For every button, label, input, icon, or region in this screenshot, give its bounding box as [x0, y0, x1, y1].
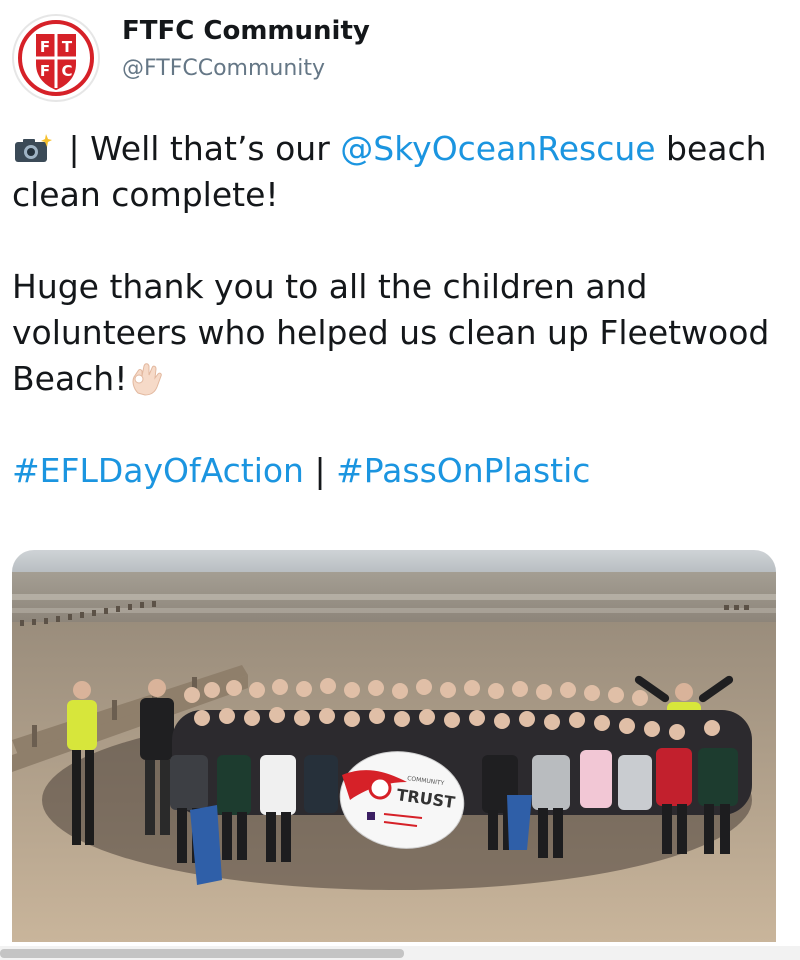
tweet-text: | Well that’s our @SkyOceanRescue beach … [12, 126, 788, 494]
beach-group-photo: COMMUNITY TRUST [12, 550, 776, 942]
ok-hand-icon [129, 360, 163, 396]
crest-letter-c: C [61, 62, 72, 80]
tweet-paragraph-1: | Well that’s our @SkyOceanRescue beach … [12, 126, 788, 218]
avatar[interactable]: F T F C [12, 14, 100, 102]
tweet-line1-prefix: | Well that’s our [58, 129, 341, 168]
crest-letter-f1: F [40, 38, 50, 56]
crest-letter-f2: F [40, 62, 50, 80]
ftfc-crest-icon: F T F C [16, 18, 96, 98]
hashtag-efl-day-of-action[interactable]: #EFLDayOfAction [12, 451, 304, 490]
display-name[interactable]: FTFC Community [122, 16, 370, 46]
tweet-thanks-text: Huge thank you to all the children and v… [12, 267, 770, 398]
mention-link[interactable]: @SkyOceanRescue [340, 129, 655, 168]
camera-with-flash-icon [12, 130, 52, 162]
tweet-paragraph-2: Huge thank you to all the children and v… [12, 264, 788, 402]
tweet-photo[interactable]: COMMUNITY TRUST [12, 550, 776, 942]
crest-letter-t: T [62, 38, 73, 56]
hashtag-pass-on-plastic[interactable]: #PassOnPlastic [336, 451, 590, 490]
hashtag-separator: | [303, 451, 337, 490]
account-handle[interactable]: @FTFCCommunity [122, 56, 325, 81]
scrollbar-thumb[interactable] [0, 949, 404, 958]
tweet-hashtags: #EFLDayOfAction | #PassOnPlastic [12, 448, 788, 494]
